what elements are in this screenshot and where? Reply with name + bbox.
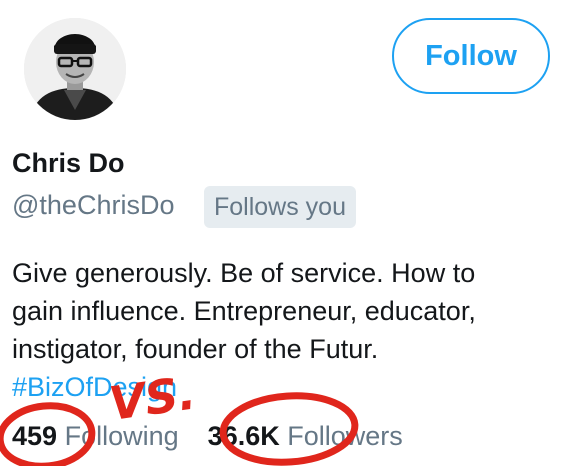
profile-handle[interactable]: @theChrisDo xyxy=(12,190,174,221)
follows-you-badge: Follows you xyxy=(204,186,356,228)
bio-line: gain influence. Entrepreneur, educator, xyxy=(12,296,476,326)
following-count: 459 xyxy=(12,421,58,451)
avatar[interactable] xyxy=(24,18,126,120)
followers-label: Followers xyxy=(287,421,403,451)
profile-bio: Give generously. Be of service. How to g… xyxy=(12,254,557,406)
follow-button[interactable]: Follow xyxy=(392,18,550,94)
followers-count: 36.6K xyxy=(207,421,280,451)
followers-stat[interactable]: 36.6K Followers xyxy=(208,421,403,451)
profile-photo xyxy=(24,18,126,120)
profile-stats: 459 Following 36.6K Followers xyxy=(12,421,403,452)
following-stat[interactable]: 459 Following xyxy=(12,421,186,451)
following-label: Following xyxy=(64,421,179,451)
profile-name: Chris Do xyxy=(12,148,125,178)
bio-line: Give generously. Be of service. How to xyxy=(12,258,476,288)
bio-line: instigator, founder of the Futur. xyxy=(12,334,379,364)
hashtag-link[interactable]: #BizOfDesign xyxy=(12,368,557,406)
